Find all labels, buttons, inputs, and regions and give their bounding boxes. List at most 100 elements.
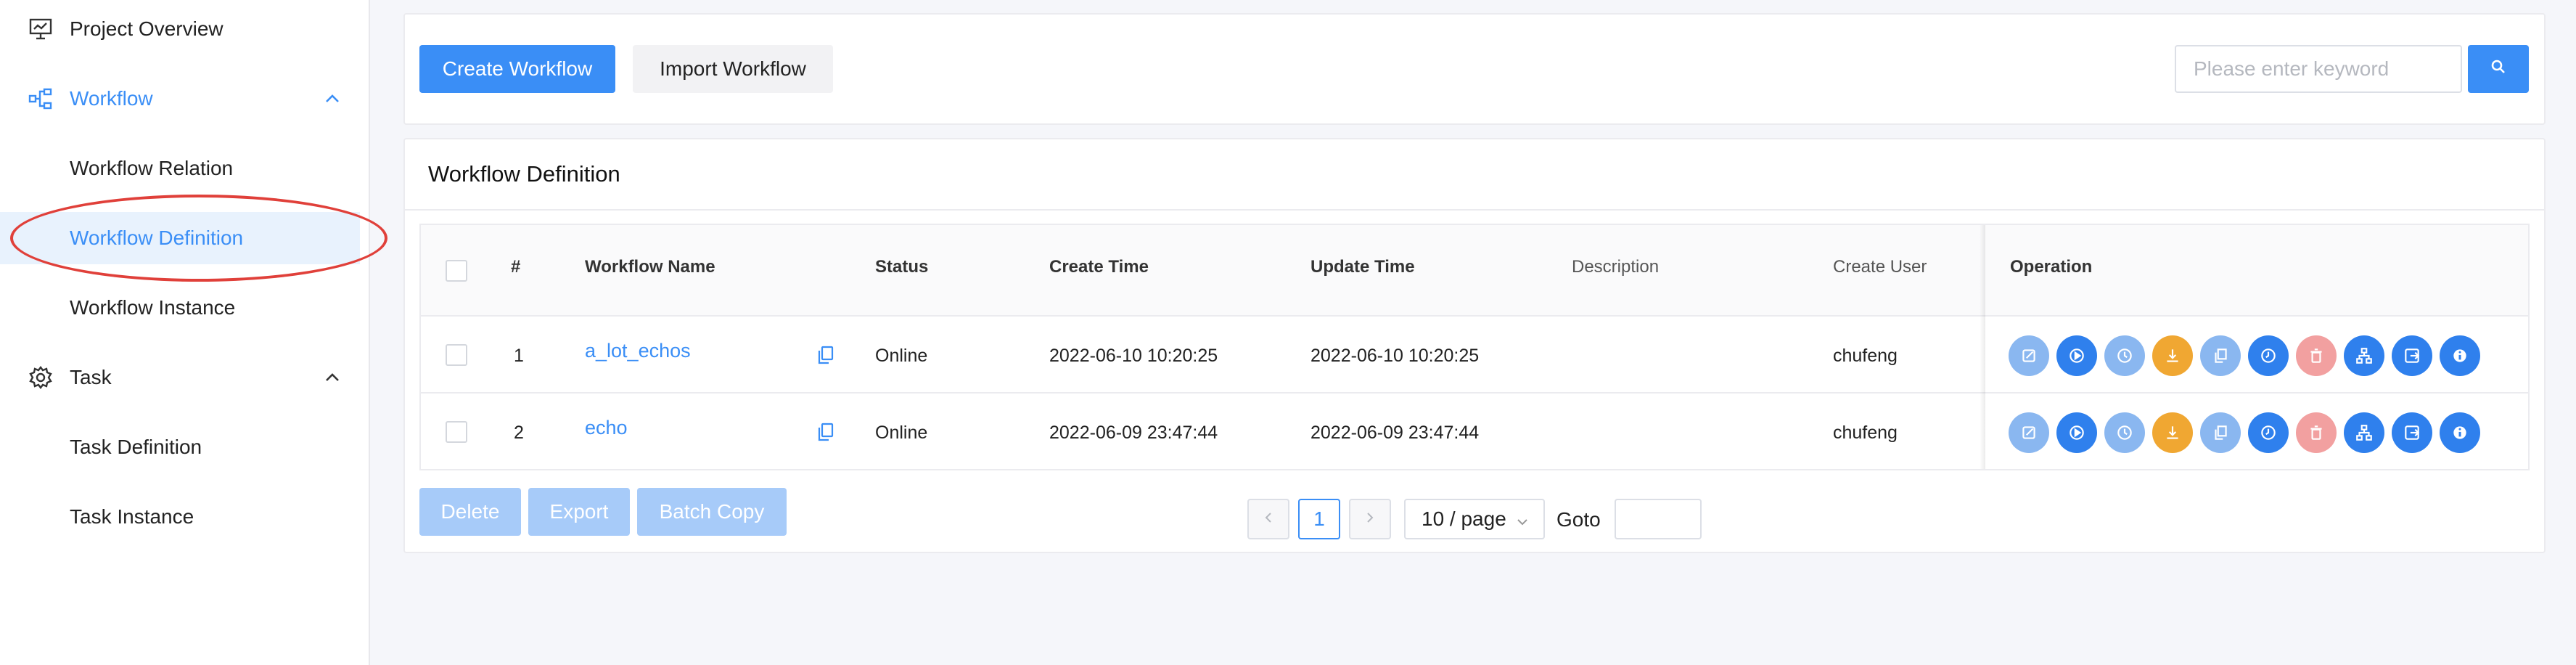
update-time: 2022-06-09 23:47:44: [1310, 423, 1480, 443]
info-button[interactable]: [2440, 335, 2480, 376]
sidebar-item-task-instance[interactable]: Task Instance: [0, 491, 369, 543]
create-time: 2022-06-09 23:47:44: [1049, 423, 1218, 443]
sidebar-item-label: Task: [70, 366, 112, 388]
create-user: chufeng: [1833, 423, 1898, 443]
timing-icon: [2117, 425, 2132, 440]
tree-button[interactable]: [2344, 412, 2384, 453]
table-row: 2 echo Online 2022-06-09 23:47:44 2022-0…: [421, 393, 2528, 470]
run-button[interactable]: [2056, 412, 2097, 453]
sidebar-item-label: Workflow: [70, 87, 153, 110]
column-header: Operation: [2010, 257, 2093, 277]
sidebar-item-workflow-instance[interactable]: Workflow Instance: [0, 282, 369, 334]
copy-icon[interactable]: [817, 423, 834, 441]
search-input[interactable]: [2175, 45, 2462, 93]
goto-label: Goto: [1556, 508, 1601, 531]
sidebar-item-label: Workflow Relation: [70, 157, 234, 179]
export-button[interactable]: [2392, 335, 2432, 376]
download-button[interactable]: [2152, 335, 2193, 376]
chevron-right-icon: [1363, 510, 1377, 529]
create-workflow-button[interactable]: Create Workflow: [419, 45, 615, 93]
tree-icon: [2356, 348, 2372, 364]
page-number[interactable]: 1: [1298, 499, 1340, 539]
tree-button[interactable]: [2344, 335, 2384, 376]
column-header: Create User: [1833, 257, 1927, 277]
search-button[interactable]: [2468, 45, 2529, 93]
download-icon: [2167, 349, 2178, 362]
table-header: # Workflow Name Status Create Time Updat…: [421, 225, 2528, 317]
edit-icon: [2022, 426, 2035, 439]
version-clock-button[interactable]: [2248, 335, 2289, 376]
tree-icon: [2356, 425, 2372, 441]
export-button[interactable]: Export: [528, 488, 630, 536]
sidebar-item-project-overview[interactable]: Project Overview: [0, 3, 369, 55]
table-row: 1 a_lot_echos Online 2022-06-10 10:20:25…: [421, 317, 2528, 393]
chevron-left-icon: [1261, 510, 1276, 529]
column-header: #: [511, 257, 521, 277]
workflow-name-link[interactable]: echo: [585, 417, 628, 439]
workflow-name-link[interactable]: a_lot_echos: [585, 340, 691, 362]
section-title: Workflow Definition: [428, 161, 620, 187]
prev-page-button[interactable]: [1247, 499, 1289, 539]
create-user: chufeng: [1833, 346, 1898, 366]
goto-input[interactable]: [1615, 499, 1702, 539]
delete-button[interactable]: [2296, 335, 2337, 376]
fixed-column-shadow: [1980, 225, 1985, 469]
chevron-down-icon: [1514, 512, 1530, 535]
delete-icon: [2310, 348, 2322, 363]
divider: [405, 209, 2544, 211]
create-time: 2022-06-10 10:20:25: [1049, 346, 1218, 366]
batch-copy-button[interactable]: Batch Copy: [637, 488, 787, 536]
copy-icon: [2215, 425, 2227, 440]
workflow-table: # Workflow Name Status Create Time Updat…: [419, 224, 2530, 470]
edit-button[interactable]: [2009, 335, 2049, 376]
info-icon: [2453, 349, 2466, 362]
info-button[interactable]: [2440, 412, 2480, 453]
sidebar-item-workflow-relation[interactable]: Workflow Relation: [0, 142, 369, 195]
sidebar-item-label: Task Definition: [70, 436, 202, 458]
edit-icon: [2022, 349, 2035, 362]
copy-button[interactable]: [2200, 412, 2241, 453]
page-size-value: 10 / page: [1422, 507, 1506, 530]
sidebar-item-label: Task Instance: [70, 505, 194, 528]
sidebar-item-task-definition[interactable]: Task Definition: [0, 421, 369, 473]
export-button[interactable]: [2392, 412, 2432, 453]
row-checkbox[interactable]: [446, 421, 467, 443]
edit-button[interactable]: [2009, 412, 2049, 453]
version-clock-icon: [2261, 348, 2276, 363]
sidebar-item-label: Project Overview: [70, 17, 223, 40]
info-icon: [2453, 426, 2466, 439]
sidebar-item-workflow-definition[interactable]: Workflow Definition: [0, 212, 360, 264]
search-icon: [2490, 57, 2507, 81]
sidebar-item-label: Workflow Definition: [70, 227, 244, 249]
run-button[interactable]: [2056, 335, 2097, 376]
column-header: Status: [875, 257, 929, 277]
select-all-checkbox[interactable]: [446, 260, 467, 282]
sidebar: Project Overview Workflow Workflow Relat…: [0, 0, 370, 665]
timing-button[interactable]: [2104, 335, 2145, 376]
run-icon: [2070, 425, 2084, 440]
column-header: Description: [1572, 257, 1660, 277]
delete-button[interactable]: Delete: [419, 488, 521, 536]
row-checkbox[interactable]: [446, 344, 467, 366]
workflow-nodes-icon: [28, 86, 54, 112]
next-page-button[interactable]: [1349, 499, 1391, 539]
column-header: Create Time: [1049, 257, 1149, 277]
copy-icon[interactable]: [817, 346, 834, 364]
download-button[interactable]: [2152, 412, 2193, 453]
column-header: Workflow Name: [585, 257, 715, 277]
timing-button[interactable]: [2104, 412, 2145, 453]
import-workflow-button[interactable]: Import Workflow: [633, 45, 833, 93]
copy-icon: [2215, 348, 2227, 363]
chevron-up-icon[interactable]: [322, 89, 342, 109]
column-header: Update Time: [1310, 257, 1415, 277]
page-size-select[interactable]: 10 / page: [1404, 499, 1545, 539]
gear-icon: [28, 364, 54, 391]
sidebar-item-workflow[interactable]: Workflow: [0, 73, 369, 125]
copy-button[interactable]: [2200, 335, 2241, 376]
chevron-up-icon[interactable]: [322, 367, 342, 388]
download-icon: [2167, 426, 2178, 439]
sidebar-item-task[interactable]: Task: [0, 351, 369, 404]
version-clock-button[interactable]: [2248, 412, 2289, 453]
delete-button[interactable]: [2296, 412, 2337, 453]
export-icon: [2405, 348, 2420, 363]
